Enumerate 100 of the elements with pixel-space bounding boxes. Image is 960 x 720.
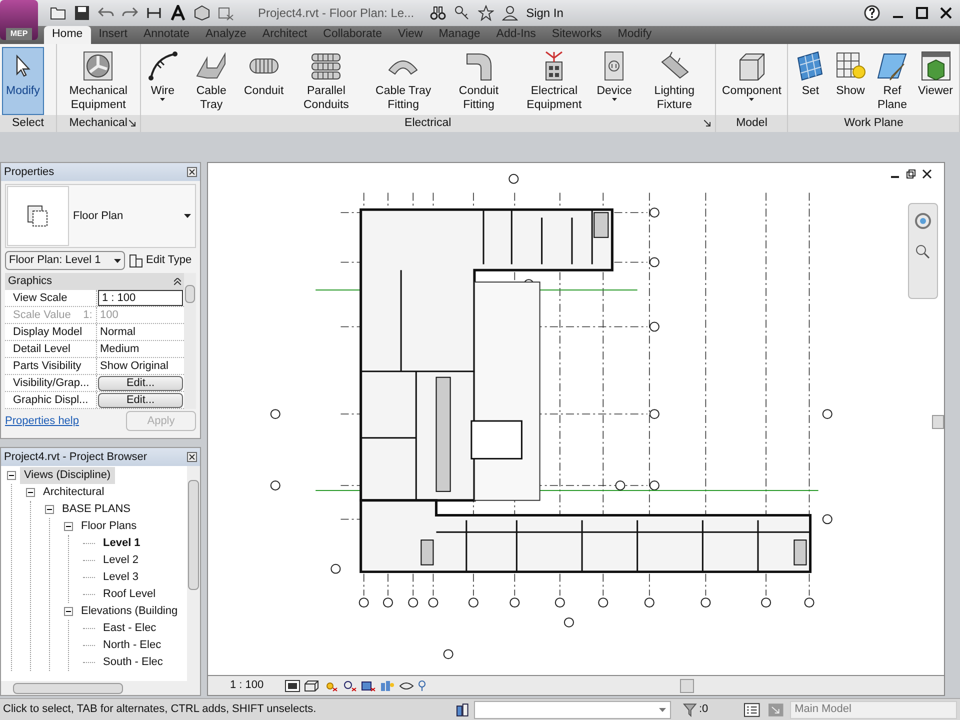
collapse-toggle[interactable]	[64, 522, 73, 531]
detail-level-icon[interactable]	[285, 680, 300, 692]
ribbon-button[interactable]: Modify	[2, 47, 44, 115]
view-scale[interactable]: 1 : 100	[230, 677, 285, 694]
property-name: Detail Level	[13, 342, 70, 356]
selection-count: :0	[698, 702, 708, 718]
collapse-toggle[interactable]	[26, 488, 35, 497]
ribbon-button[interactable]: Parallel Conduits	[288, 47, 365, 115]
zoom-icon[interactable]	[915, 244, 931, 260]
ribbon-button[interactable]: Component	[718, 47, 786, 115]
tree-item[interactable]: Level 2	[99, 552, 142, 569]
collapse-icon[interactable]	[174, 278, 181, 285]
save-icon[interactable]	[74, 5, 90, 21]
ribbon-button[interactable]: Wire	[142, 47, 183, 115]
tree-item[interactable]: South - Elec	[99, 654, 167, 671]
ribbon-button[interactable]: Device	[592, 47, 636, 115]
user-icon[interactable]	[502, 5, 518, 21]
property-name: Display Model	[13, 324, 82, 340]
bulb-icon[interactable]	[418, 680, 426, 692]
sign-in-link[interactable]: Sign In	[526, 4, 564, 22]
application-menu-button[interactable]: MEP	[0, 0, 38, 40]
edit-button[interactable]: Edit...	[98, 392, 183, 408]
scrollbar[interactable]	[187, 466, 200, 681]
drawing-canvas[interactable]	[207, 162, 945, 676]
text-icon[interactable]	[170, 5, 186, 21]
collapse-toggle[interactable]	[64, 607, 73, 616]
tree-item[interactable]: BASE PLANS	[58, 501, 134, 518]
crop-icon[interactable]	[361, 680, 376, 692]
dialog-launcher-icon[interactable]	[128, 120, 136, 127]
maximize-icon[interactable]	[916, 7, 928, 19]
3d-view-icon[interactable]	[194, 5, 210, 21]
panel-title: Select	[12, 116, 44, 131]
shadows-icon[interactable]	[342, 680, 357, 692]
panel-title: Work Plane	[844, 116, 904, 131]
tree-item[interactable]: North - Elec	[99, 637, 166, 654]
model-selector[interactable]: Main Model	[790, 700, 957, 718]
close-windows-icon[interactable]	[218, 5, 234, 21]
ribbon-button[interactable]: Lighting Fixture	[636, 47, 714, 115]
property-value: Show Original	[99, 358, 170, 374]
view-scale-field[interactable]: 1 : 100	[98, 290, 183, 306]
tree-item[interactable]: East - Elec	[99, 620, 160, 637]
ribbon-button[interactable]: Conduit Fitting	[442, 47, 516, 115]
reveal-icon[interactable]	[399, 680, 414, 692]
dropdown-caret-icon	[160, 98, 166, 101]
ribbon-button[interactable]: Ref Plane	[870, 47, 914, 115]
star-icon[interactable]	[478, 5, 494, 21]
property-name: Visibility/Grap...	[13, 376, 90, 390]
close-icon[interactable]	[922, 169, 932, 179]
tree-item[interactable]: Level 1	[99, 535, 144, 552]
folder-icon[interactable]	[50, 5, 66, 21]
scrollbar[interactable]	[184, 273, 196, 409]
filter-icon[interactable]	[683, 702, 697, 716]
worksets-icon[interactable]	[454, 702, 470, 718]
steering-wheel-icon[interactable]	[914, 212, 932, 230]
property-value: Medium	[99, 342, 140, 357]
close-icon[interactable]	[187, 167, 197, 177]
ribbon-button[interactable]: Conduit	[240, 47, 288, 115]
ribbon-button[interactable]: Set	[790, 47, 830, 115]
floor-plan-icon	[26, 204, 50, 228]
workset-field[interactable]	[474, 700, 672, 718]
tree-item[interactable]: Floor Plans	[77, 518, 141, 535]
binoculars-icon[interactable]	[430, 5, 446, 21]
close-icon[interactable]	[940, 7, 952, 19]
dropdown-caret-icon	[612, 98, 617, 101]
view-selector[interactable]: Floor Plan: Level 1	[5, 251, 125, 270]
viewer-window-icon	[920, 50, 952, 82]
ribbon-tab[interactable]: Home	[44, 26, 91, 44]
panel-title: Electrical	[404, 116, 452, 131]
panel-title: Model	[736, 116, 768, 131]
restore-icon[interactable]	[906, 169, 916, 179]
tree-item[interactable]: Roof Level	[99, 586, 160, 603]
key-icon[interactable]	[454, 5, 470, 21]
dimension-icon[interactable]	[146, 5, 162, 21]
tree-item[interactable]: Views (Discipline)	[20, 467, 115, 484]
visual-style-icon[interactable]	[304, 680, 319, 692]
editing-requests-icon[interactable]	[744, 702, 760, 716]
collapse-toggle[interactable]	[7, 471, 16, 480]
tree-item[interactable]: Architectural	[39, 484, 108, 501]
close-icon[interactable]	[187, 452, 197, 462]
panel-title: Project4.rvt - Project Browser	[4, 450, 148, 465]
ribbon-button[interactable]: Mechanical Equipment	[58, 47, 138, 115]
horizontal-scrollbar[interactable]	[1, 681, 200, 695]
dialog-launcher-icon[interactable]	[704, 120, 711, 127]
ribbon-button[interactable]: Cable Tray	[182, 47, 240, 115]
dropdown-caret-icon	[659, 708, 666, 712]
properties-help-link[interactable]: Properties help	[5, 412, 79, 430]
help-icon[interactable]	[864, 5, 880, 21]
tree-item[interactable]: Elevations (Building	[77, 603, 182, 620]
ribbon-button[interactable]: Cable Tray Fitting	[364, 47, 442, 115]
tree-item[interactable]: Level 3	[99, 569, 142, 586]
ribbon-button[interactable]: Viewer	[914, 47, 957, 115]
property-value: Normal	[99, 324, 136, 340]
ribbon-button[interactable]: Show	[830, 47, 870, 115]
ribbon-button[interactable]: Electrical Equipment	[516, 47, 593, 115]
app-badge: MEP	[6, 28, 32, 40]
edit-button[interactable]: Edit...	[98, 376, 183, 390]
type-selector[interactable]: Floor Plan	[5, 184, 196, 248]
edit-type-button[interactable]: Edit Type	[129, 252, 192, 269]
vertical-scroll-thumb[interactable]	[932, 415, 944, 429]
collapse-toggle[interactable]	[45, 505, 54, 514]
